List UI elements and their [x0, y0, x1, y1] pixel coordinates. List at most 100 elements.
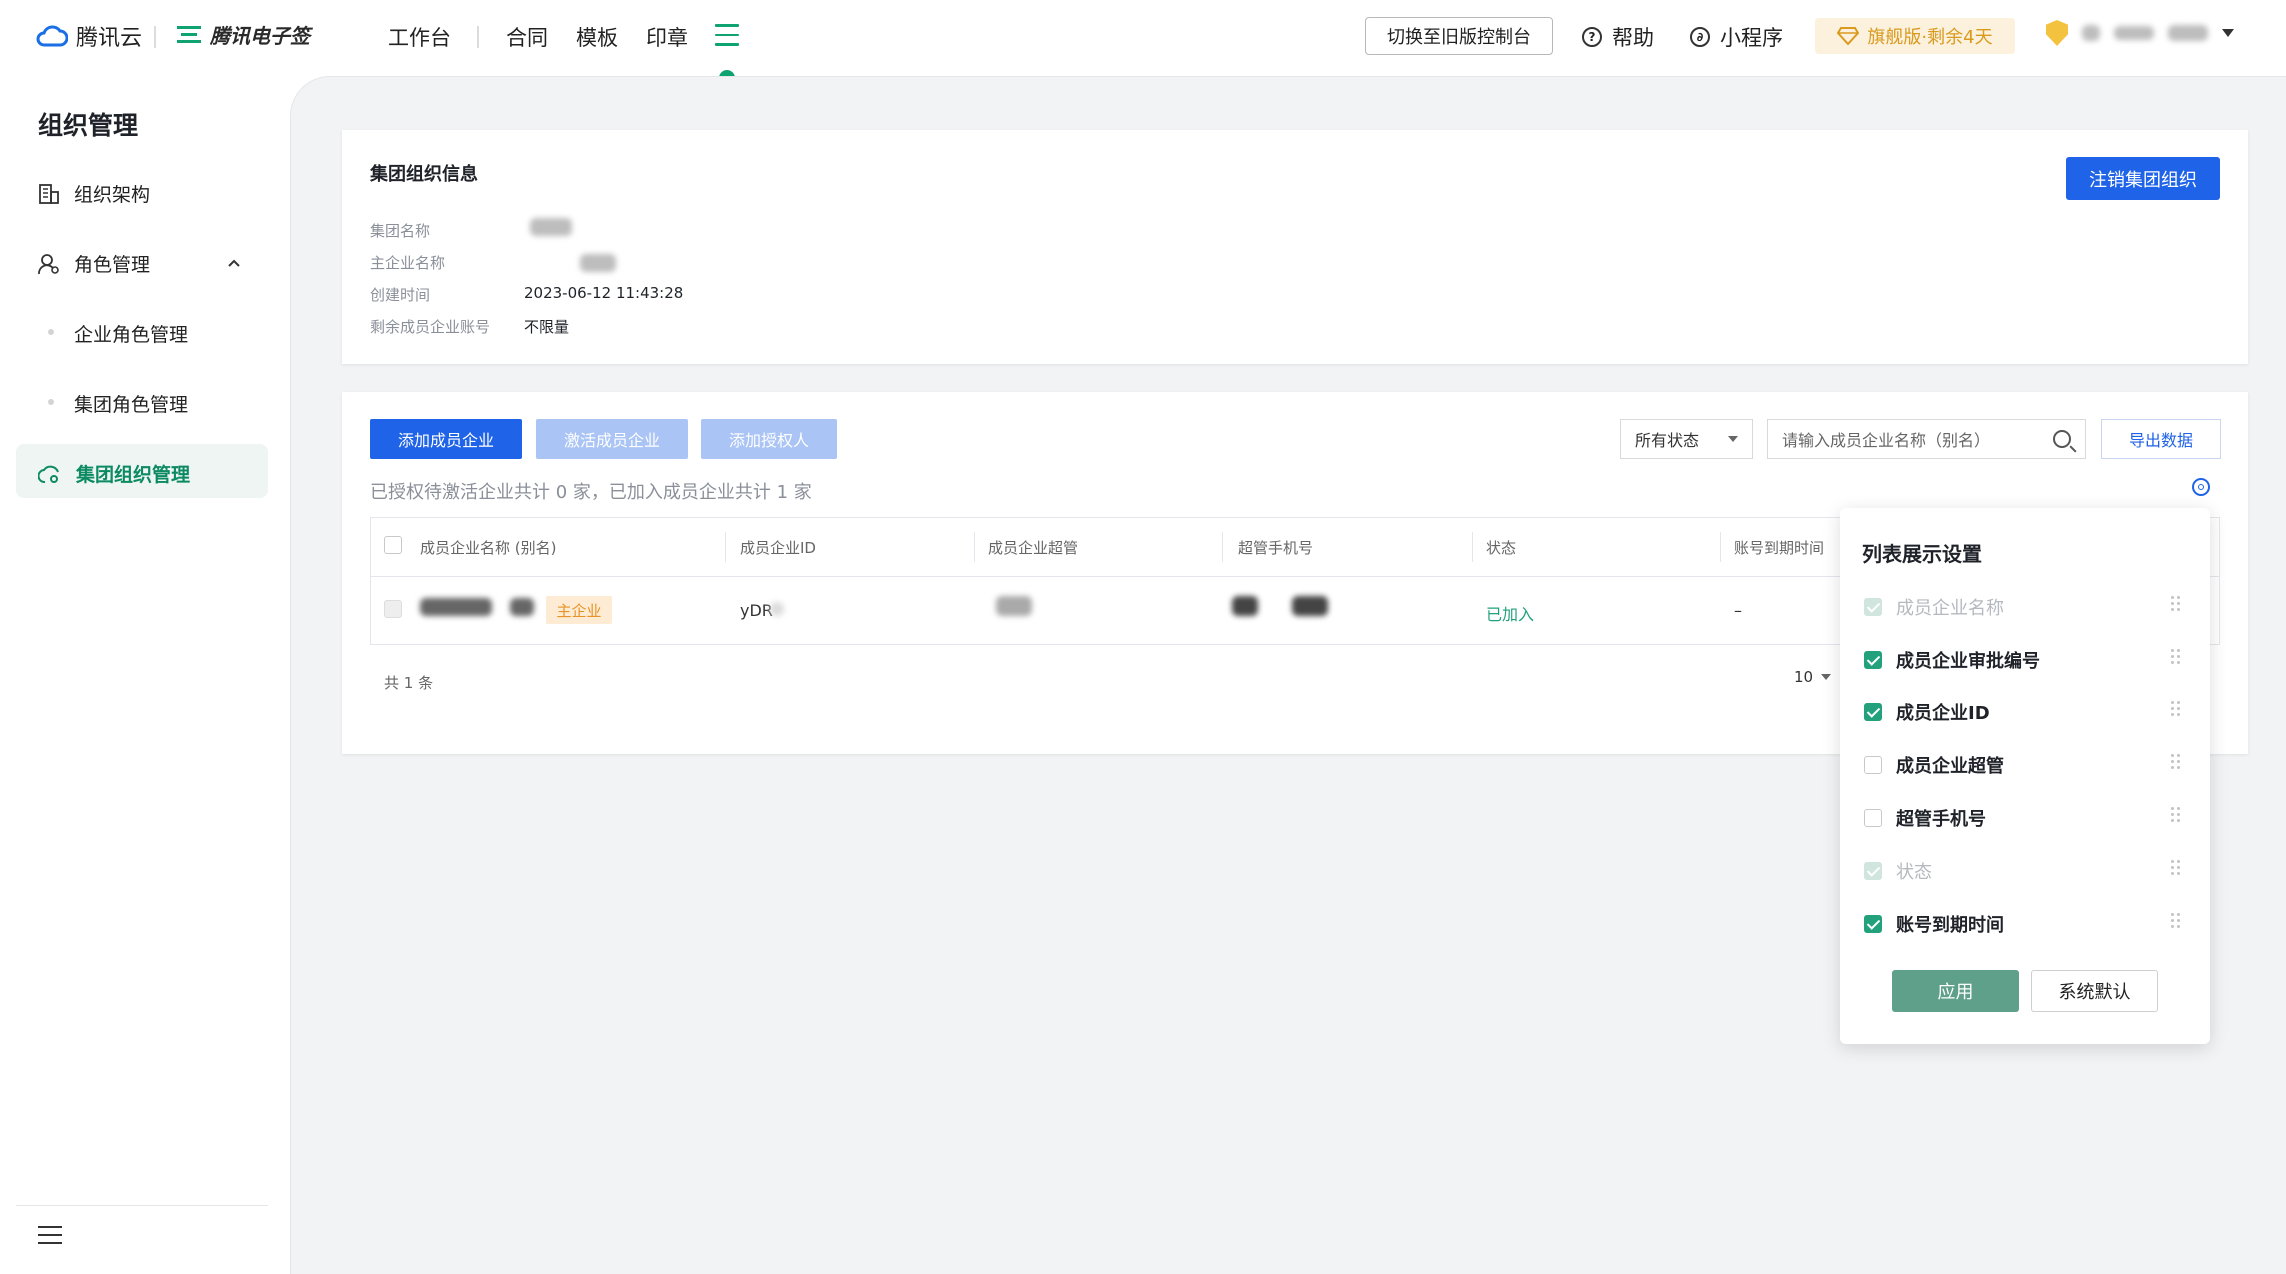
cloud-org-icon: [38, 465, 59, 483]
drag-handle-icon[interactable]: [2170, 860, 2182, 876]
option-label: 成员企业审批编号: [1896, 651, 2040, 672]
page-size-select[interactable]: 10: [1794, 668, 1832, 686]
option-admin-phone[interactable]: 超管手机号: [1864, 805, 1986, 831]
checkbox[interactable]: [1864, 703, 1882, 721]
gear-icon[interactable]: [2192, 478, 2210, 496]
chevron-up-icon[interactable]: [227, 258, 241, 268]
sidebar-item-role-management[interactable]: 角色管理: [38, 250, 150, 277]
nav-template[interactable]: 模板: [576, 22, 618, 52]
user-role-icon: [38, 253, 59, 274]
checkbox[interactable]: [1864, 651, 1882, 669]
member-alias-value: [510, 598, 534, 616]
shield-icon: [2046, 20, 2068, 46]
user-name: [2114, 26, 2154, 40]
vip-label: 旗舰版·剩余4天: [1867, 27, 1993, 48]
diamond-icon: [1837, 27, 1860, 45]
member-id-value: yDR: [740, 601, 773, 620]
nav-seal[interactable]: 印章: [646, 22, 688, 52]
remaining-accounts-label: 剩余成员企业账号: [370, 318, 491, 336]
question-circle-icon: ?: [1582, 27, 1602, 47]
bullet-icon: [48, 399, 54, 405]
checkbox[interactable]: [1864, 756, 1882, 774]
member-summary: 已授权待激活企业共计 0 家，已加入成员企业共计 1 家: [370, 482, 812, 503]
select-all-checkbox[interactable]: [384, 536, 402, 554]
main-enterprise-value: [580, 254, 616, 272]
option-label: 成员企业名称: [1896, 598, 2004, 619]
add-member-button[interactable]: 添加成员企业: [370, 419, 522, 459]
checkbox[interactable]: [1864, 809, 1882, 827]
nav-contract[interactable]: 合同: [506, 22, 548, 52]
option-member-id[interactable]: 成员企业ID: [1864, 699, 1990, 725]
group-info-card: [342, 130, 2248, 364]
col-expire-time: 账号到期时间: [1734, 539, 1825, 557]
admin-phone-value-2: [1292, 596, 1328, 616]
tencent-cloud-text: 腾讯云: [76, 26, 143, 51]
col-member-name: 成员企业名称 (别名): [420, 539, 557, 557]
collapse-sidebar-icon[interactable]: [38, 1226, 62, 1246]
help-link[interactable]: ? 帮助: [1582, 22, 1654, 52]
sidebar-item-group-org[interactable]: 集团组织管理: [38, 460, 190, 487]
sidebar-item-label: 组织架构: [74, 184, 151, 206]
mini-program-label: 小程序: [1720, 26, 1783, 50]
sidebar-item-org-structure[interactable]: 组织架构: [38, 180, 150, 207]
activate-member-button[interactable]: 激活成员企业: [536, 419, 688, 459]
apply-button[interactable]: 应用: [1892, 970, 2019, 1012]
option-super-admin[interactable]: 成员企业超管: [1864, 752, 2004, 778]
option-label: 成员企业ID: [1896, 703, 1990, 724]
drag-handle-icon[interactable]: [2170, 913, 2182, 929]
search-input[interactable]: 请输入成员企业名称（别名）: [1767, 419, 2086, 459]
status-select[interactable]: 所有状态: [1620, 419, 1753, 459]
drag-handle-icon[interactable]: [2170, 807, 2182, 823]
main-enterprise-tag: 主企业: [546, 596, 612, 624]
group-name-value: [530, 218, 572, 236]
remaining-accounts-value: 不限量: [524, 318, 570, 336]
drag-handle-icon[interactable]: [2170, 649, 2182, 665]
super-admin-value: [996, 596, 1032, 616]
mini-program-link[interactable]: ∂ 小程序: [1690, 22, 1783, 52]
drag-handle-icon[interactable]: [2170, 596, 2182, 612]
col-divider: [974, 532, 975, 562]
cancel-group-button[interactable]: 注销集团组织: [2066, 157, 2220, 200]
option-approval-number[interactable]: 成员企业审批编号: [1864, 647, 2040, 673]
help-label: 帮助: [1612, 26, 1654, 50]
admin-phone-value: [1232, 596, 1258, 616]
drag-handle-icon[interactable]: [2170, 754, 2182, 770]
switch-old-console-button[interactable]: 切换至旧版控制台: [1365, 17, 1553, 55]
sidebar-item-label: 集团组织管理: [76, 464, 191, 486]
option-member-name: 成员企业名称: [1864, 594, 2004, 620]
main-enterprise-label: 主企业名称: [370, 254, 446, 272]
tencent-cloud-logo[interactable]: 腾讯云: [36, 20, 142, 52]
user-menu[interactable]: [2046, 20, 2234, 46]
created-time-label: 创建时间: [370, 286, 431, 304]
checkbox: [1864, 598, 1882, 616]
sidebar-item-enterprise-role[interactable]: 企业角色管理: [74, 320, 188, 347]
row-checkbox[interactable]: [384, 600, 402, 618]
esign-logo-icon: [177, 25, 201, 43]
nav-divider: [477, 26, 479, 48]
option-expire-time[interactable]: 账号到期时间: [1864, 911, 2004, 937]
sidebar-item-group-role[interactable]: 集团角色管理: [74, 390, 188, 417]
nav-workbench[interactable]: 工作台: [388, 22, 451, 52]
status-value: 已加入: [1486, 605, 1535, 624]
search-icon[interactable]: [2053, 430, 2071, 448]
col-admin-phone: 超管手机号: [1238, 539, 1314, 557]
vip-badge[interactable]: 旗舰版·剩余4天: [1815, 18, 2015, 54]
col-divider: [1222, 532, 1223, 562]
avatar: [2082, 25, 2100, 41]
col-status: 状态: [1486, 539, 1517, 557]
system-default-button[interactable]: 系统默认: [2031, 970, 2158, 1012]
member-id-masked: [770, 602, 784, 616]
export-data-button[interactable]: 导出数据: [2101, 419, 2221, 459]
chevron-down-icon: [2222, 29, 2234, 37]
checkbox: [1864, 862, 1882, 880]
hamburger-icon[interactable]: [715, 24, 739, 46]
cloud-logo-icon: [36, 25, 68, 47]
col-member-id: 成员企业ID: [740, 539, 816, 557]
page-size-value: 10: [1794, 668, 1814, 686]
add-authorizer-button[interactable]: 添加授权人: [701, 419, 837, 459]
option-label: 超管手机号: [1896, 809, 1986, 830]
drag-handle-icon[interactable]: [2170, 701, 2182, 717]
chevron-down-icon: [1821, 674, 1832, 680]
esign-logo[interactable]: 腾讯电子签: [176, 20, 310, 49]
checkbox[interactable]: [1864, 915, 1882, 933]
